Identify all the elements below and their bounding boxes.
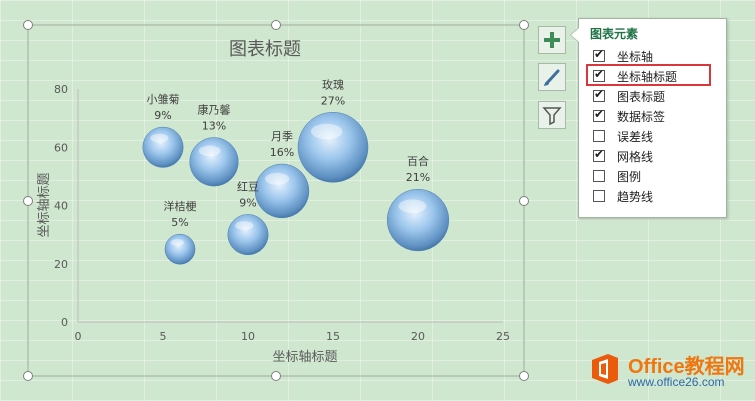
bubble-highlight	[398, 199, 427, 213]
checkbox[interactable]	[593, 130, 605, 142]
data-label-value[interactable]: 27%	[321, 94, 345, 107]
highlight-box	[586, 64, 711, 86]
chart-title[interactable]: 图表标题	[229, 39, 301, 60]
checkmark-icon: ✔	[594, 47, 605, 61]
x-tick-label: 5	[160, 330, 167, 343]
chart-elements-button[interactable]	[538, 26, 566, 54]
element-item-error-bars[interactable]: 误差线	[593, 128, 723, 146]
x-tick-label: 25	[496, 330, 510, 343]
bubble-highlight	[170, 239, 185, 246]
element-item-gridlines[interactable]: ✔ 网格线	[593, 147, 723, 166]
filter-icon	[542, 107, 562, 126]
data-label-name[interactable]: 百合	[407, 154, 429, 168]
watermark: Office教程网 www.office26.com	[588, 348, 748, 394]
x-tick-label: 10	[241, 330, 255, 343]
checkmark-icon: ✔	[594, 107, 605, 121]
plus-icon	[544, 32, 560, 48]
bubble[interactable]	[164, 233, 196, 265]
element-item-label: 坐标轴	[617, 50, 654, 64]
data-label-name[interactable]: 玫瑰	[322, 77, 344, 91]
data-label-value[interactable]: 16%	[270, 146, 294, 159]
checkbox[interactable]: ✔	[593, 107, 605, 122]
checkbox[interactable]: ✔	[593, 87, 605, 102]
bubble-highlight	[198, 145, 221, 157]
y-tick-label: 20	[54, 258, 68, 271]
bubble[interactable]	[297, 112, 369, 183]
data-label-value[interactable]: 9%	[154, 109, 171, 122]
checkbox[interactable]	[593, 170, 605, 182]
x-axis-title[interactable]: 坐标轴标题	[272, 350, 337, 365]
panel-title: 图表元素	[590, 27, 639, 41]
y-tick-label: 80	[54, 83, 68, 96]
resize-handle[interactable]	[271, 371, 281, 381]
bubble[interactable]	[189, 137, 239, 187]
bubble[interactable]	[386, 188, 450, 252]
data-label-name[interactable]: 月季	[271, 130, 293, 143]
element-item-legend[interactable]: 图例	[593, 168, 723, 186]
panel-pointer-fill	[571, 28, 579, 42]
element-item-label: 图例	[617, 170, 642, 184]
bubble-series[interactable]	[142, 112, 450, 265]
element-item-trendline[interactable]: 趋势线	[593, 188, 723, 206]
bubble-highlight	[265, 172, 290, 185]
data-label-name[interactable]: 康乃馨	[198, 103, 231, 117]
y-tick-label: 40	[54, 200, 68, 213]
data-label-value[interactable]: 21%	[406, 171, 430, 184]
resize-handle[interactable]	[519, 20, 529, 30]
y-tick-label: 0	[61, 316, 68, 329]
resize-handle[interactable]	[519, 371, 529, 381]
bubble-highlight	[310, 123, 343, 140]
data-label-value[interactable]: 9%	[239, 196, 256, 209]
x-tick-label: 15	[326, 330, 340, 343]
y-tick-label: 60	[54, 141, 68, 154]
element-item-label: 图表标题	[617, 90, 666, 104]
office-logo-icon	[592, 354, 618, 384]
bubble-highlight	[150, 133, 169, 143]
element-item-label: 网格线	[617, 150, 654, 164]
bubble[interactable]	[254, 163, 310, 219]
chart-filters-button[interactable]	[538, 101, 566, 129]
resize-handle[interactable]	[271, 20, 281, 30]
element-item-label: 趋势线	[617, 190, 654, 204]
x-tick-label: 0	[75, 330, 82, 343]
checkmark-icon: ✔	[594, 147, 605, 161]
resize-handle[interactable]	[23, 20, 33, 30]
brush-icon	[544, 69, 560, 86]
data-label-value[interactable]: 5%	[171, 216, 188, 229]
bubble[interactable]	[142, 126, 184, 168]
bubble-highlight	[235, 221, 254, 230]
checkbox[interactable]: ✔	[593, 47, 605, 62]
checkbox[interactable]: ✔	[593, 147, 605, 162]
element-item-data-labels[interactable]: ✔ 数据标签	[593, 107, 723, 126]
chart-styles-button[interactable]	[538, 63, 566, 91]
resize-handle[interactable]	[23, 371, 33, 381]
watermark-url: www.office26.com	[628, 375, 725, 389]
data-label-name[interactable]: 小雏菊	[147, 93, 180, 106]
x-tick-label: 20	[411, 330, 425, 343]
element-item-label: 误差线	[617, 130, 654, 144]
element-item-label: 数据标签	[617, 110, 666, 124]
data-label-value[interactable]: 13%	[202, 120, 226, 133]
y-axis-title[interactable]: 坐标轴标题	[37, 172, 52, 237]
resize-handle[interactable]	[23, 196, 33, 206]
chart-elements-panel: 图表元素 ✔ 坐标轴 ✔ 坐标轴标题 ✔ 图表标题 ✔ 数据标签 误差线 ✔ 网…	[570, 18, 727, 218]
checkmark-icon: ✔	[594, 87, 605, 101]
bubble[interactable]	[227, 214, 269, 256]
resize-handle[interactable]	[519, 196, 529, 206]
checkbox[interactable]	[593, 190, 605, 202]
element-item-chart-title[interactable]: ✔ 图表标题	[593, 87, 723, 106]
data-label-name[interactable]: 洋桔梗	[164, 199, 197, 213]
data-label-name[interactable]: 红豆	[237, 180, 259, 193]
